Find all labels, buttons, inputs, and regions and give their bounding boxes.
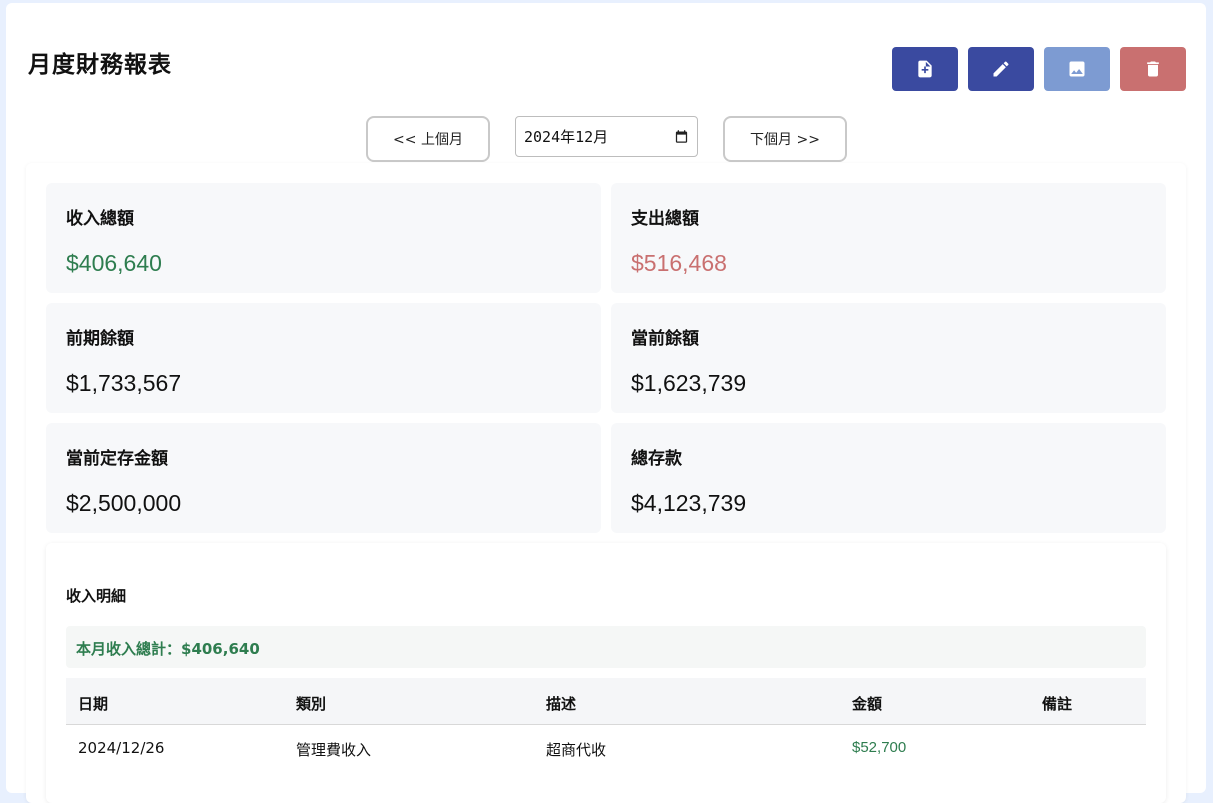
table-header: 日期 類別 描述 金額 備註: [66, 678, 1146, 725]
add-record-button[interactable]: [892, 47, 958, 91]
export-image-button[interactable]: [1044, 47, 1110, 91]
edit-pencil-icon: [993, 61, 1009, 77]
card-label: 總存款: [631, 449, 682, 469]
card-label: 當前餘額: [631, 329, 699, 349]
income-total-card: 收入總額 $406,640: [46, 183, 601, 293]
fixed-deposit-card: 當前定存金額 $2,500,000: [46, 423, 601, 533]
toolbar: [892, 47, 1186, 91]
current-balance-card: 當前餘額 $1,623,739: [611, 303, 1166, 413]
previous-month-button[interactable]: << 上個月: [366, 116, 490, 162]
expense-total-card: 支出總額 $516,468: [611, 183, 1166, 293]
income-detail-section: 收入明細 本月收入總計：$406,640 日期 類別 描述 金額 備註 2024…: [46, 543, 1166, 803]
month-navigation: << 上個月 2024年12月 下個月 >>: [366, 116, 856, 162]
previous-balance-card: 前期餘額 $1,733,567: [46, 303, 601, 413]
column-header-description[interactable]: 描述: [546, 693, 576, 714]
image-icon: [1069, 61, 1085, 77]
card-label: 前期餘額: [66, 329, 134, 349]
column-header-category[interactable]: 類別: [296, 693, 326, 714]
cell-description: 超商代收: [546, 741, 607, 759]
column-header-date[interactable]: 日期: [78, 693, 108, 714]
edit-button[interactable]: [968, 47, 1034, 91]
cell-amount: $52,700: [852, 739, 907, 756]
card-value: $2,500,000: [66, 490, 182, 516]
next-month-button[interactable]: 下個月 >>: [723, 116, 847, 162]
card-value: $516,468: [631, 250, 727, 276]
add-document-icon: [918, 60, 932, 78]
income-table: 日期 類別 描述 金額 備註 2024/12/26 管理費收入 超商代收 $52…: [66, 678, 1146, 771]
page-container: 月度財務報表 << 上個月 2024年12月 下個月 >> 收入總額 $406,…: [6, 3, 1206, 803]
report-panel: 收入總額 $406,640 支出總額 $516,468 前期餘額 $1,733,…: [26, 163, 1186, 803]
table-row[interactable]: 2024/12/26 管理費收入 超商代收 $52,700: [66, 725, 1146, 771]
card-label: 收入總額: [66, 209, 134, 229]
month-picker-input[interactable]: 2024年12月: [515, 116, 698, 157]
card-value: $1,733,567: [66, 370, 182, 396]
section-title: 收入明細: [66, 587, 127, 605]
card-label: 當前定存金額: [66, 449, 168, 469]
month-picker-value: 2024年12月: [524, 128, 609, 146]
column-header-note[interactable]: 備註: [1042, 693, 1072, 714]
page-title: 月度財務報表: [28, 52, 172, 78]
calendar-icon[interactable]: [674, 129, 689, 144]
trash-icon: [1147, 61, 1159, 77]
card-value: $1,623,739: [631, 370, 747, 396]
cell-category: 管理費收入: [296, 741, 372, 759]
column-header-amount[interactable]: 金額: [852, 693, 882, 714]
cell-date: 2024/12/26: [78, 739, 165, 757]
total-savings-card: 總存款 $4,123,739: [611, 423, 1166, 533]
income-summary-banner: 本月收入總計：$406,640: [66, 626, 1146, 668]
card-label: 支出總額: [631, 209, 699, 229]
card-value: $4,123,739: [631, 490, 747, 516]
delete-button[interactable]: [1120, 47, 1186, 91]
card-value: $406,640: [66, 250, 162, 276]
